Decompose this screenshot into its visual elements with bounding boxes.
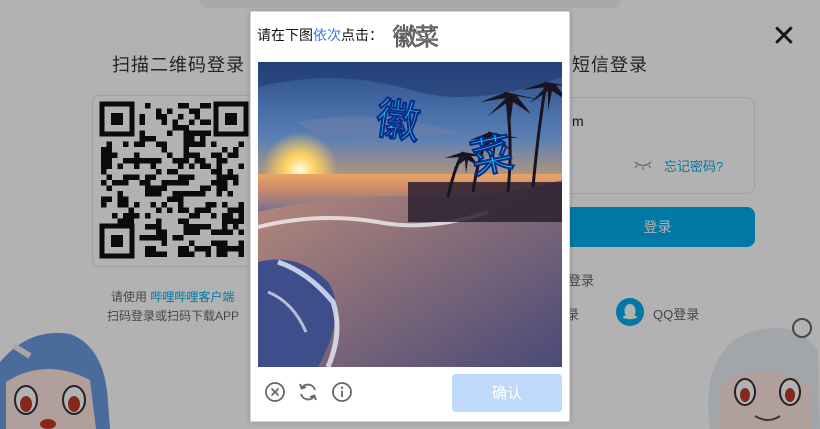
- instruction-suffix: 点击：: [341, 28, 383, 44]
- captcha-image[interactable]: 徽 菜: [258, 62, 562, 367]
- target-characters-image: 徽菜: [391, 18, 449, 52]
- beach-sunset-image: 徽 菜: [258, 62, 562, 367]
- captcha-dialog: 请在下图依次点击： 徽菜 徽 菜 确认: [250, 11, 570, 422]
- info-icon[interactable]: [331, 381, 353, 403]
- instruction-highlight: 依次: [313, 28, 341, 44]
- refresh-icon[interactable]: [297, 381, 319, 403]
- close-circle-icon[interactable]: [264, 381, 286, 403]
- captcha-char-1: 徽: [373, 93, 424, 150]
- captcha-instruction: 请在下图依次点击：: [257, 25, 383, 45]
- confirm-button[interactable]: 确认: [452, 374, 562, 412]
- instruction-prefix: 请在下图: [257, 28, 313, 44]
